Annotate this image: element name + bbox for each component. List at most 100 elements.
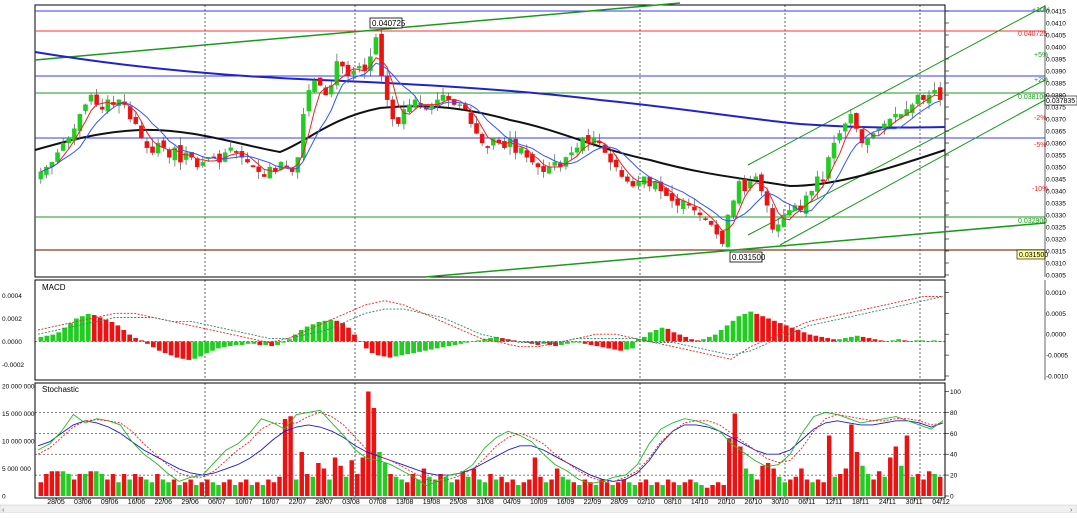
candle-body <box>759 174 764 192</box>
price-tick-label: 0.0405 <box>1046 33 1066 40</box>
macd-histogram-bar <box>458 341 464 344</box>
stoch-right-tick: 100 <box>950 389 961 396</box>
macd-histogram-bar <box>582 341 588 344</box>
volume-bar <box>571 482 577 496</box>
volume-bar <box>854 452 860 496</box>
macd-histogram-bar <box>470 341 476 342</box>
macd-histogram-bar <box>145 341 150 344</box>
candle-body <box>708 220 714 225</box>
macd-histogram-bar <box>168 341 174 356</box>
candle-body <box>183 152 189 160</box>
macd-histogram-bar <box>239 341 245 345</box>
candle-body <box>474 123 479 134</box>
macd-right-tick: 0.0010 <box>1046 290 1066 297</box>
macd-right-tick: 0.0000 <box>1046 332 1066 339</box>
macd-histogram-bar <box>919 340 925 342</box>
volume-bar <box>355 474 360 496</box>
candle-body <box>144 141 150 148</box>
stoch-right-tick: 40 <box>950 452 958 459</box>
candle-body <box>820 179 826 182</box>
macd-left-tick: 0.0000 <box>2 339 22 346</box>
volume-bar <box>888 457 893 496</box>
volume-bar <box>554 468 560 496</box>
candle-body <box>429 104 435 109</box>
candle-body <box>407 104 412 113</box>
volume-bar <box>860 465 865 496</box>
price-tick-label: 0.0390 <box>1046 69 1066 76</box>
macd-histogram-bar <box>245 341 251 344</box>
macd-histogram-bar <box>535 341 541 345</box>
volume-bar <box>760 465 765 496</box>
candle-body <box>256 166 261 172</box>
candle-body <box>412 99 418 107</box>
volume-bar <box>177 485 182 496</box>
volume-bar <box>638 482 643 496</box>
macd-histogram-bar <box>902 340 907 342</box>
volume-bar <box>499 476 504 496</box>
volume-bar <box>588 482 593 496</box>
volume-bar <box>232 485 238 496</box>
volume-bar <box>665 479 671 496</box>
macd-histogram-bar <box>914 340 919 342</box>
macd-histogram-bar <box>878 340 884 342</box>
volume-left-tick: 10 000 000 <box>2 439 35 446</box>
volume-bar <box>682 482 688 496</box>
candle-body <box>731 200 736 217</box>
volume-bar <box>393 476 399 496</box>
volume-bar <box>782 482 787 496</box>
candle-body <box>479 133 485 144</box>
macd-histogram-bar <box>630 341 635 349</box>
volume-bar <box>721 485 726 496</box>
volume-bar <box>677 485 682 496</box>
macd-histogram-bar <box>884 341 890 342</box>
price-tick-label: 0.0305 <box>1046 273 1066 280</box>
macd-histogram-bar <box>588 341 594 345</box>
macd-histogram-bar <box>565 341 570 344</box>
chart-canvas: 0.040725 0.031500 +10% 0.040725 +5% +2% … <box>0 0 1077 514</box>
macd-histogram-bar <box>121 330 127 342</box>
volume-bar <box>166 482 171 496</box>
macd-histogram-bar <box>186 341 192 360</box>
macd-histogram-bar <box>322 320 328 342</box>
price-tick-label: 0.0415 <box>1046 9 1066 16</box>
candle-body <box>83 104 88 111</box>
macd-histogram-bar <box>931 340 937 342</box>
macd-histogram-bar <box>180 341 186 359</box>
macd-histogram-bar <box>221 341 227 348</box>
candle-body <box>468 112 474 124</box>
volume-bar <box>654 482 660 496</box>
macd-histogram-bar <box>393 341 399 357</box>
price-tick-label: 0.0325 <box>1046 225 1066 232</box>
volume-bar <box>94 471 99 496</box>
volume-bar <box>632 485 638 496</box>
macd-histogram-bar <box>227 341 233 347</box>
macd-histogram-bar <box>192 341 198 359</box>
volume-bar <box>382 463 388 496</box>
volume-bar <box>110 474 116 496</box>
candle-body <box>720 230 725 244</box>
price-tick-label: 0.0370 <box>1046 117 1066 124</box>
volume-bar <box>77 474 82 496</box>
macd-histogram-bar <box>677 334 683 342</box>
volume-bar <box>255 482 260 496</box>
horizontal-scrollbar[interactable] <box>0 504 1077 514</box>
volume-bar <box>132 474 138 496</box>
macd-histogram-bar <box>748 311 754 342</box>
candle-body <box>105 99 111 112</box>
volume-bar <box>566 479 571 496</box>
candle-body <box>815 176 820 192</box>
macd-right-tick: 0.0005 <box>1046 311 1066 318</box>
macd-histogram-bar <box>618 341 623 351</box>
candle-body <box>787 210 792 216</box>
candle-body <box>150 146 155 153</box>
price-tick-label: 0.0395 <box>1046 57 1066 64</box>
candle-body <box>541 165 546 172</box>
volume-bar <box>205 479 210 496</box>
volume-left-tick: 20 000 000 <box>2 384 35 391</box>
macd-histogram-bar <box>109 321 115 342</box>
price-tick-label: 0.0310 <box>1046 261 1066 268</box>
volume-bar <box>876 471 882 496</box>
tag-high: 0.040725 <box>1018 31 1047 38</box>
volume-bar <box>776 476 782 496</box>
candle-body <box>384 76 390 100</box>
